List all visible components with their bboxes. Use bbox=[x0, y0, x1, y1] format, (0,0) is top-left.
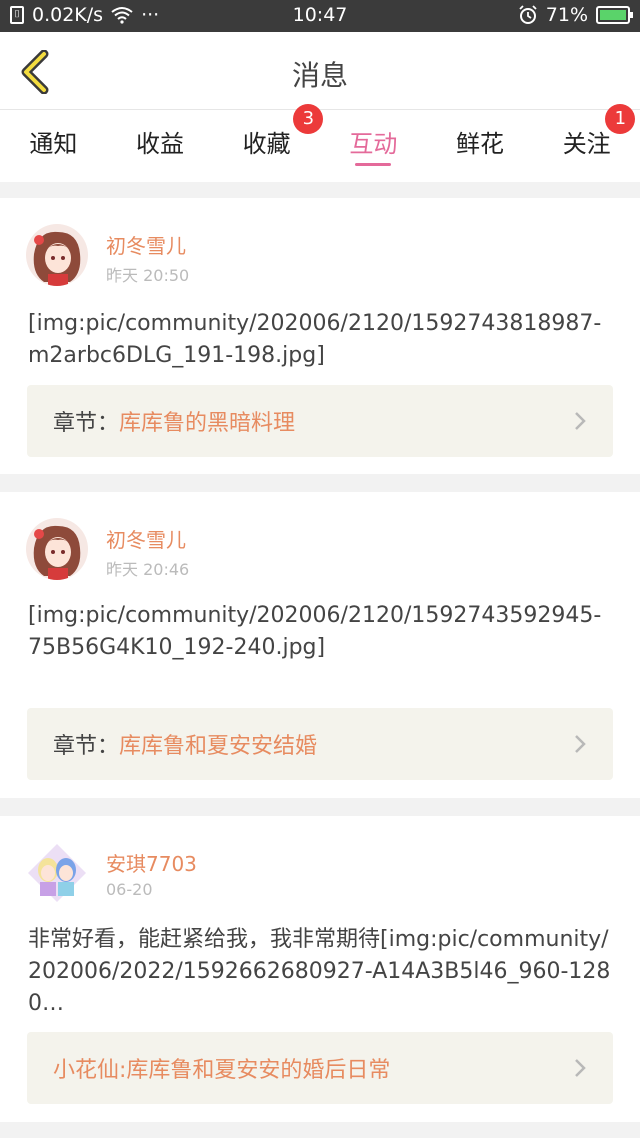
avatar[interactable] bbox=[26, 224, 88, 286]
status-bar: ⌷ 0.02K/s ··· 10:47 71% bbox=[0, 0, 640, 32]
tab-bar: 通知 收益 收藏 3 互动 鲜花 关注 1 bbox=[0, 104, 640, 182]
tab-interaction[interactable]: 互动 bbox=[320, 110, 427, 182]
chapter-label: 章节： bbox=[53, 734, 120, 759]
chapter-name: 库库鲁和夏安安结婚 bbox=[119, 734, 318, 759]
tab-label: 鲜花 bbox=[456, 130, 505, 158]
alarm-icon bbox=[519, 5, 537, 24]
username[interactable]: 初冬雪儿 bbox=[106, 230, 186, 259]
tab-label: 收藏 bbox=[242, 130, 291, 158]
active-tab-indicator bbox=[355, 163, 392, 166]
timestamp: 昨天 20:50 bbox=[106, 266, 190, 285]
message-content: 非常好看，能赶紧给我，我非常期待[img:pic/community/20200… bbox=[28, 927, 611, 1016]
message-content: [img:pic/community/202006/2120/159274359… bbox=[28, 603, 602, 660]
message-content: [img:pic/community/202006/2120/159274381… bbox=[28, 311, 602, 368]
chevron-right-icon bbox=[575, 1059, 586, 1077]
chapter-link[interactable]: 章节： 库库鲁和夏安安结婚 bbox=[27, 708, 613, 780]
timestamp: 06-20 bbox=[106, 880, 153, 899]
top-bar: 消息 bbox=[0, 32, 640, 110]
chapter-label: 章节： bbox=[53, 411, 120, 436]
chapter-link[interactable]: 章节： 库库鲁的黑暗料理 bbox=[27, 385, 613, 457]
avatar-image bbox=[26, 518, 88, 580]
avatar[interactable] bbox=[26, 842, 88, 904]
message-card: 初冬雪儿 昨天 20:46 [img:pic/community/202006/… bbox=[0, 492, 640, 798]
avatar-image bbox=[26, 224, 88, 286]
tab-label: 互动 bbox=[349, 130, 398, 158]
tab-follow[interactable]: 关注 1 bbox=[533, 104, 640, 182]
message-card: 初冬雪儿 昨天 20:50 [img:pic/community/202006/… bbox=[0, 198, 640, 474]
tab-label: 收益 bbox=[136, 130, 184, 158]
avatar[interactable] bbox=[26, 518, 88, 580]
tab-earnings[interactable]: 收益 bbox=[107, 110, 214, 182]
battery-percent: 71% bbox=[545, 4, 588, 26]
tab-favorites[interactable]: 收藏 3 bbox=[213, 104, 324, 182]
avatar-image bbox=[28, 844, 86, 902]
username[interactable]: 初冬雪儿 bbox=[106, 524, 186, 553]
battery-icon bbox=[596, 6, 633, 24]
chevron-right-icon bbox=[575, 412, 586, 430]
page-title: 消息 bbox=[291, 59, 348, 92]
chapter-name: 小花仙:库库鲁和夏安安的婚后日常 bbox=[53, 1058, 391, 1083]
tab-flowers[interactable]: 鲜花 bbox=[427, 110, 534, 182]
tab-label: 关注 bbox=[562, 130, 611, 158]
timestamp: 昨天 20:46 bbox=[106, 560, 190, 579]
message-card: 安琪7703 06-20 非常好看，能赶紧给我，我非常期待[img:pic/co… bbox=[0, 816, 640, 1122]
tab-label: 通知 bbox=[29, 130, 78, 158]
tab-notification[interactable]: 通知 bbox=[0, 110, 107, 182]
follow-count-badge: 1 bbox=[605, 104, 636, 134]
favorites-count-badge: 3 bbox=[293, 104, 324, 134]
chapter-link[interactable]: 小花仙:库库鲁和夏安安的婚后日常 bbox=[27, 1032, 613, 1104]
chapter-name: 库库鲁的黑暗料理 bbox=[119, 411, 296, 436]
chevron-right-icon bbox=[575, 735, 586, 753]
username[interactable]: 安琪7703 bbox=[106, 848, 197, 877]
